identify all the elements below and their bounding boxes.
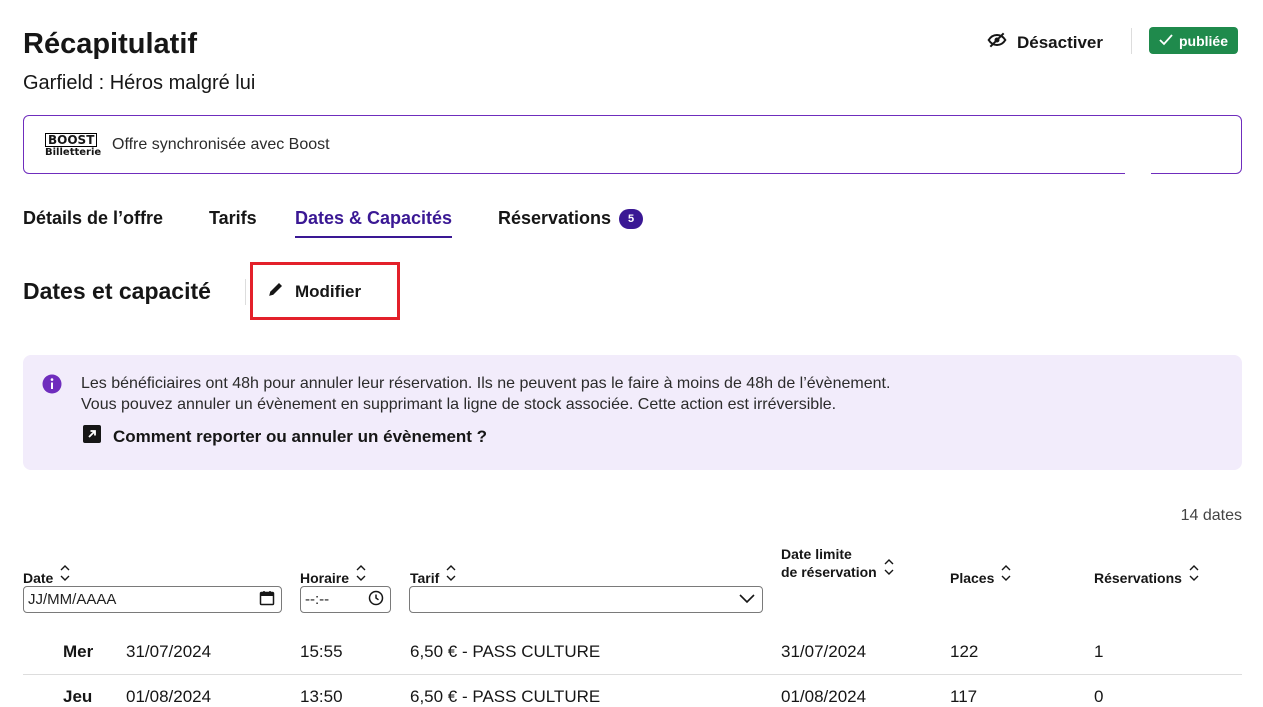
page-title: Récapitulatif [23,28,198,60]
dates-count: 14 dates [1180,507,1242,524]
status-label: publiée [1179,32,1229,49]
info-line-1: Les bénéficiaires ont 48h pour annuler l… [81,375,891,392]
sort-icon [355,563,367,587]
pencil-icon [267,280,285,303]
row-bookings: 0 [1094,687,1104,706]
date-filter-input[interactable]: JJ/MM/AAAA [23,586,282,613]
column-header-bookings[interactable]: Réservations [1094,563,1200,587]
sort-icon [445,563,457,587]
time-filter-placeholder: --:-- [305,591,330,608]
column-header-places[interactable]: Places [950,563,1012,587]
edit-button[interactable]: Modifier [267,280,361,303]
column-header-time-label: Horaire [300,570,350,586]
row-deadline: 31/07/2024 [781,642,867,661]
column-header-date[interactable]: Date [23,563,71,587]
column-header-deadline-label: Date limite de réservation [781,545,877,581]
section-title: Dates et capacité [23,278,211,304]
sort-icon [883,557,895,581]
row-places: 117 [950,687,978,706]
row-places: 122 [950,642,979,661]
external-link-icon [83,425,101,448]
tab-bookings[interactable]: Réservations 5 [498,208,644,229]
deactivate-label: Désactiver [1017,32,1104,52]
row-deadline: 01/08/2024 [781,687,867,706]
time-filter-input[interactable]: --:-- [300,586,391,613]
calendar-icon [259,590,275,610]
row-time: 13:50 [300,687,343,706]
eye-off-icon [987,30,1007,55]
column-header-deadline[interactable]: Date limite de réservation [781,545,895,581]
row-divider [23,674,1242,675]
check-icon [1159,33,1173,49]
deadline-label-line-1: Date limite [781,546,852,562]
tab-tariffs[interactable]: Tarifs [209,208,257,229]
sort-icon [59,563,71,587]
column-header-tariff-label: Tarif [410,570,440,586]
row-bookings: 1 [1094,642,1104,661]
header-divider [1131,28,1132,54]
sort-icon [1188,563,1200,587]
column-header-places-label: Places [950,570,995,586]
deactivate-button[interactable]: Désactiver [987,30,1103,55]
billetterie-logo-text: Billetterie [45,147,102,158]
tab-offer-details[interactable]: Détails de l’offre [23,208,163,229]
column-header-date-label: Date [23,570,54,586]
info-icon [42,374,62,399]
info-line-2: Vous pouvez annuler un évènement en supp… [81,396,837,413]
tariff-filter-select[interactable] [409,586,763,613]
clock-icon [368,590,384,610]
deadline-label-line-2: de réservation [781,564,877,580]
date-filter-placeholder: JJ/MM/AAAA [28,591,117,608]
bookings-count-badge: 5 [619,209,644,229]
offer-name: Garfield : Héros malgré lui [23,72,256,94]
tab-bookings-label: Réservations [498,208,612,228]
help-link[interactable]: Comment reporter ou annuler un évènement… [83,425,487,448]
help-link-label: Comment reporter ou annuler un évènement… [113,426,488,446]
status-badge: publiée [1149,27,1239,54]
row-tariff: 6,50 € - PASS CULTURE [410,642,601,661]
sort-icon [1000,563,1012,587]
chevron-down-icon [738,591,756,608]
column-header-time[interactable]: Horaire [300,563,367,587]
row-date: 31/07/2024 [126,642,212,661]
banner-gap [1125,172,1151,175]
row-date: 01/08/2024 [126,687,212,706]
sync-text: Offre synchronisée avec Boost [112,135,330,153]
boost-logo: BOOST Billetterie [45,131,102,158]
info-text: Les bénéficiaires ont 48h pour annuler l… [81,373,1231,415]
edit-label: Modifier [295,281,362,301]
section-divider [245,279,246,305]
boost-logo-text: BOOST [45,133,98,147]
row-day: Mer [63,642,94,661]
column-header-bookings-label: Réservations [1094,570,1182,586]
row-day: Jeu [63,687,93,706]
column-header-tariff[interactable]: Tarif [410,563,457,587]
row-time: 15:55 [300,642,343,661]
tab-dates-capacities[interactable]: Dates & Capacités [295,208,453,238]
sync-banner: BOOST Billetterie Offre synchronisée ave… [23,115,1242,174]
row-tariff: 6,50 € - PASS CULTURE [410,687,601,706]
